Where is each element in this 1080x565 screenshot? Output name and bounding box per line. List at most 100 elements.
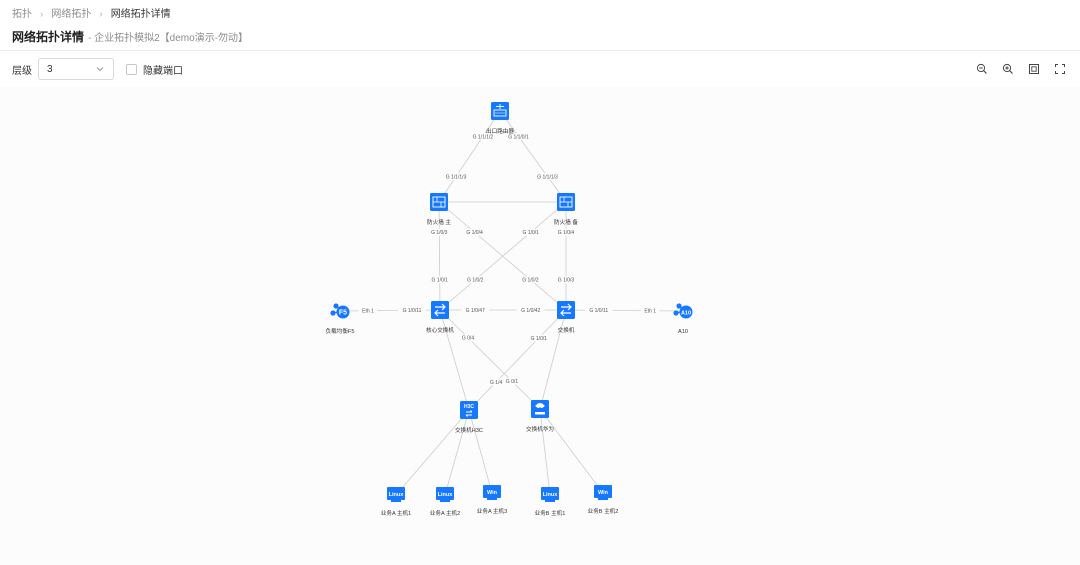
- port-label: G 1/0/11: [403, 308, 422, 314]
- svg-text:F5: F5: [339, 309, 347, 316]
- node-router[interactable]: 出口路由器: [486, 102, 514, 135]
- switch-icon: [557, 301, 575, 319]
- port-label: G 1/0/4: [558, 230, 575, 236]
- linux-host-icon: Linux: [387, 487, 405, 502]
- node-label: 业务B 主机1: [535, 509, 566, 517]
- svg-text:H3C: H3C: [464, 404, 474, 410]
- svg-text:Win: Win: [487, 490, 498, 496]
- edge-h3c-hostA1[interactable]: [395, 409, 470, 496]
- node-a10[interactable]: A10 A10: [673, 303, 693, 335]
- node-label: A10: [678, 329, 688, 335]
- port-label: G 0/4: [462, 336, 474, 342]
- topology-graph[interactable]: G 1/1/1/2 G 1/1/1/3 G 1/1/0/1 G 1/1/1/3 G 1/…: [0, 87, 1080, 565]
- huawei-switch-icon: [531, 400, 549, 418]
- node-label: 业务B 主机2: [588, 507, 619, 515]
- port-label-layer: G 1/1/1/2 G 1/1/1/3 G 1/1/0/1 G 1/1/1/3 G 1/…: [358, 132, 660, 386]
- node-hostB1[interactable]: Linux 业务B 主机1: [535, 487, 566, 517]
- load-balancer-a10-icon: A10: [673, 303, 693, 319]
- hide-ports-checkbox[interactable]: [126, 63, 137, 75]
- topology-canvas[interactable]: G 1/1/1/2 G 1/1/1/3 G 1/1/0/1 G 1/1/1/3 G 1/…: [0, 87, 1080, 565]
- edge-fw1-core[interactable]: [438, 201, 441, 311]
- node-label: 交换机: [558, 326, 575, 334]
- edge-huawei-hostB2[interactable]: [539, 408, 604, 494]
- node-label: 业务A 主机3: [477, 507, 507, 515]
- breadcrumb: 拓扑 › 网络拓扑 › 网络拓扑详情: [12, 8, 1068, 21]
- node-core[interactable]: 核心交换机: [426, 301, 454, 334]
- linux-host-icon: Linux: [541, 487, 559, 502]
- node-h3c[interactable]: H3C 交换机H3C: [455, 401, 483, 434]
- node-label: 交换机H3C: [455, 426, 483, 434]
- port-label: G 1/0/4: [466, 230, 483, 236]
- level-select[interactable]: 3: [38, 58, 114, 80]
- edge-sw2-huawei[interactable]: [539, 309, 567, 410]
- linux-host-icon: Linux: [436, 487, 454, 502]
- zoom-out-icon[interactable]: [976, 63, 988, 75]
- chevron-down-icon: [95, 64, 105, 74]
- router-icon: [491, 102, 509, 120]
- edge-router-fw2[interactable]: [499, 110, 567, 203]
- port-label: G 1/0/3: [431, 230, 448, 236]
- node-label: 防火墙 主: [427, 218, 451, 226]
- breadcrumb-item-network-topology[interactable]: 网络拓扑: [51, 8, 91, 21]
- port-label: G 1/1/1/3: [537, 174, 558, 180]
- node-label: 出口路由器: [486, 127, 514, 135]
- svg-text:Linux: Linux: [389, 492, 405, 498]
- port-label: G 1/0/11: [589, 308, 608, 314]
- load-balancer-f5-icon: F5: [330, 303, 350, 319]
- page-header: 拓扑 › 网络拓扑 › 网络拓扑详情 网络拓扑详情 - 企业拓扑模拟2【demo…: [0, 0, 1080, 51]
- edge-router-fw1[interactable]: [438, 110, 501, 203]
- edge-core-huawei[interactable]: [439, 309, 541, 410]
- node-hostA2[interactable]: Linux 业务A 主机2: [430, 487, 460, 517]
- port-label: G 1/4: [490, 380, 502, 386]
- node-label: 核心交换机: [426, 326, 454, 334]
- port-label: Eth 1: [644, 309, 656, 315]
- port-label: G 1/0/1: [432, 278, 449, 284]
- firewall-icon: [430, 193, 448, 211]
- node-label: 业务A 主机2: [430, 509, 460, 517]
- edge-core-h3c[interactable]: [439, 309, 470, 411]
- node-sw2[interactable]: 交换机: [557, 301, 575, 334]
- node-hostA1[interactable]: Linux 业务A 主机1: [381, 487, 411, 517]
- svg-text:Linux: Linux: [543, 492, 559, 498]
- level-select-value: 3: [47, 63, 53, 75]
- node-huawei[interactable]: 交换机华为: [526, 400, 554, 433]
- edge-h3c-hostA2[interactable]: [444, 409, 470, 496]
- node-hostB2[interactable]: Win 业务B 主机2: [588, 485, 619, 515]
- breadcrumb-item-topology[interactable]: 拓扑: [12, 8, 32, 21]
- zoom-in-icon[interactable]: [1002, 63, 1014, 75]
- h3c-switch-icon: H3C: [460, 401, 478, 419]
- port-label: G 1/0/1: [523, 230, 540, 236]
- edge-h3c-hostA3[interactable]: [468, 409, 493, 494]
- fullscreen-icon[interactable]: [1054, 63, 1066, 75]
- edge-huawei-hostB1[interactable]: [539, 408, 551, 496]
- node-layer: 出口路由器防火墙 主 防火墙 备 F5 负载均衡F5 核心交换机 交换机 A10 A10 H3C…: [326, 102, 693, 517]
- breadcrumb-separator-icon: ›: [40, 9, 44, 20]
- svg-text:Linux: Linux: [438, 492, 454, 498]
- svg-text:Win: Win: [598, 490, 609, 496]
- edge-layer: [339, 110, 684, 496]
- view-tools: [976, 63, 1066, 75]
- page-subtitle: - 企业拓扑模拟2【demo演示-勿动】: [88, 33, 249, 44]
- node-f5[interactable]: F5 负载均衡F5: [326, 303, 355, 335]
- fit-view-icon[interactable]: [1028, 63, 1040, 75]
- svg-text:A10: A10: [681, 310, 691, 316]
- port-label: G 1/0/3: [558, 278, 575, 284]
- node-label: 交换机华为: [526, 425, 554, 433]
- edge-sw2-a10[interactable]: [565, 309, 684, 312]
- windows-host-icon: Win: [594, 485, 612, 500]
- page-title: 网络拓扑详情: [12, 30, 85, 44]
- breadcrumb-item-current: 网络拓扑详情: [110, 9, 171, 20]
- node-hostA3[interactable]: Win 业务A 主机3: [477, 485, 507, 515]
- node-label: 负载均衡F5: [326, 327, 355, 335]
- port-label: Eth 1: [362, 309, 374, 315]
- port-label: G 1/1/1/3: [446, 174, 467, 180]
- port-label: G 1/0/1: [531, 336, 548, 342]
- node-fw1[interactable]: 防火墙 主: [427, 193, 451, 226]
- node-label: 防火墙 备: [554, 218, 578, 226]
- edge-sw2-h3c[interactable]: [468, 309, 567, 411]
- port-label: G 0/1: [506, 379, 518, 385]
- hide-ports-label: 隐藏端口: [143, 65, 183, 77]
- node-fw2[interactable]: 防火墙 备: [554, 193, 578, 226]
- port-label: G 1/0/2: [467, 278, 484, 284]
- hide-ports-option[interactable]: 隐藏端口: [126, 62, 183, 77]
